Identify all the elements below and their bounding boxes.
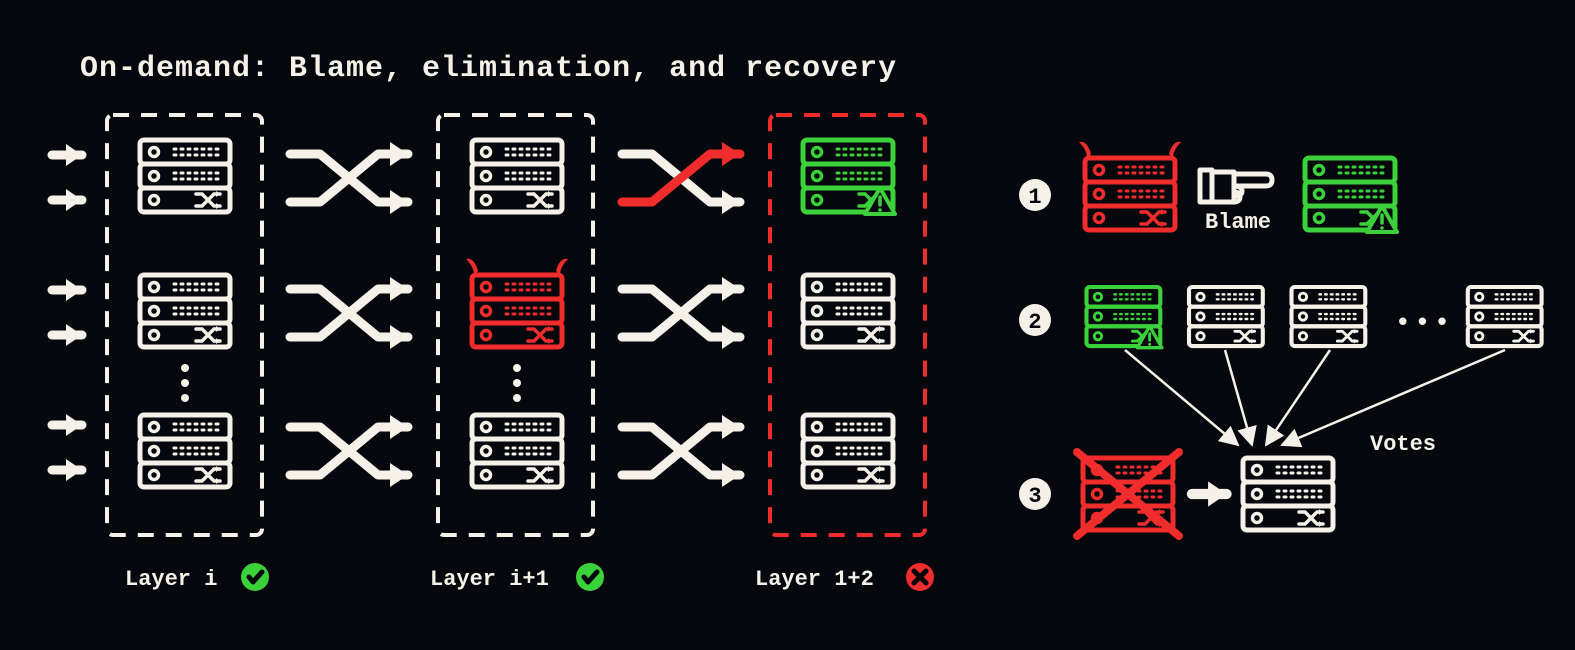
diagram-canvas: Layer i Layer i+1 Layer 1+2 1 Blame 2 xyxy=(0,0,1575,650)
step-1: 1 Blame xyxy=(1019,142,1397,235)
server-eliminated-icon xyxy=(1077,452,1179,536)
server-icon xyxy=(140,275,230,347)
server-icon xyxy=(472,415,562,487)
step-badge-3: 3 xyxy=(1028,484,1041,509)
check-icon xyxy=(241,563,269,591)
votes-label: Votes xyxy=(1370,432,1436,457)
step-badge-1: 1 xyxy=(1028,185,1041,210)
vdots-icon xyxy=(181,364,521,402)
server-icon xyxy=(1292,287,1366,346)
layer-i1-label: Layer i+1 xyxy=(430,567,549,592)
shuffle-icon xyxy=(622,142,740,487)
shuffle-icon xyxy=(290,142,408,487)
server-icon xyxy=(803,415,893,487)
step-2: 2 ••• xyxy=(1019,287,1542,445)
input-arrows xyxy=(52,144,82,481)
diagram-title: On-demand: Blame, elimination, and recov… xyxy=(80,52,897,86)
right-panel: 1 Blame 2 ••• xyxy=(1019,142,1542,536)
point-hand-icon xyxy=(1200,170,1272,202)
server-evil-icon xyxy=(466,259,568,347)
layer-i1-servers xyxy=(466,140,568,487)
ellipsis-icon: ••• xyxy=(1395,308,1454,338)
server-icon xyxy=(1468,287,1542,346)
layer-labels: Layer i Layer i+1 Layer 1+2 xyxy=(125,563,934,592)
server-warn-icon xyxy=(1087,287,1162,348)
server-icon xyxy=(140,415,230,487)
server-warn-icon xyxy=(1305,158,1397,232)
layer-i-servers xyxy=(140,140,230,487)
layer-i2-servers xyxy=(803,140,895,487)
server-icon xyxy=(803,275,893,347)
server-icon xyxy=(140,140,230,212)
step-3: 3 Votes xyxy=(1019,432,1436,536)
arrow-icon xyxy=(1192,481,1227,506)
check-icon xyxy=(576,563,604,591)
server-evil-icon xyxy=(1079,142,1181,230)
step1-label: Blame xyxy=(1205,210,1271,235)
layer-i2-label: Layer 1+2 xyxy=(755,567,874,592)
server-icon xyxy=(1189,287,1263,346)
step-badge-2: 2 xyxy=(1028,310,1041,335)
server-icon xyxy=(1243,458,1333,530)
server-warn-icon xyxy=(803,140,895,214)
vote-arrows xyxy=(1125,350,1505,445)
left-panel: Layer i Layer i+1 Layer 1+2 xyxy=(52,115,934,592)
fail-icon xyxy=(906,563,934,591)
server-icon xyxy=(472,140,562,212)
layer-i-label: Layer i xyxy=(125,567,217,592)
